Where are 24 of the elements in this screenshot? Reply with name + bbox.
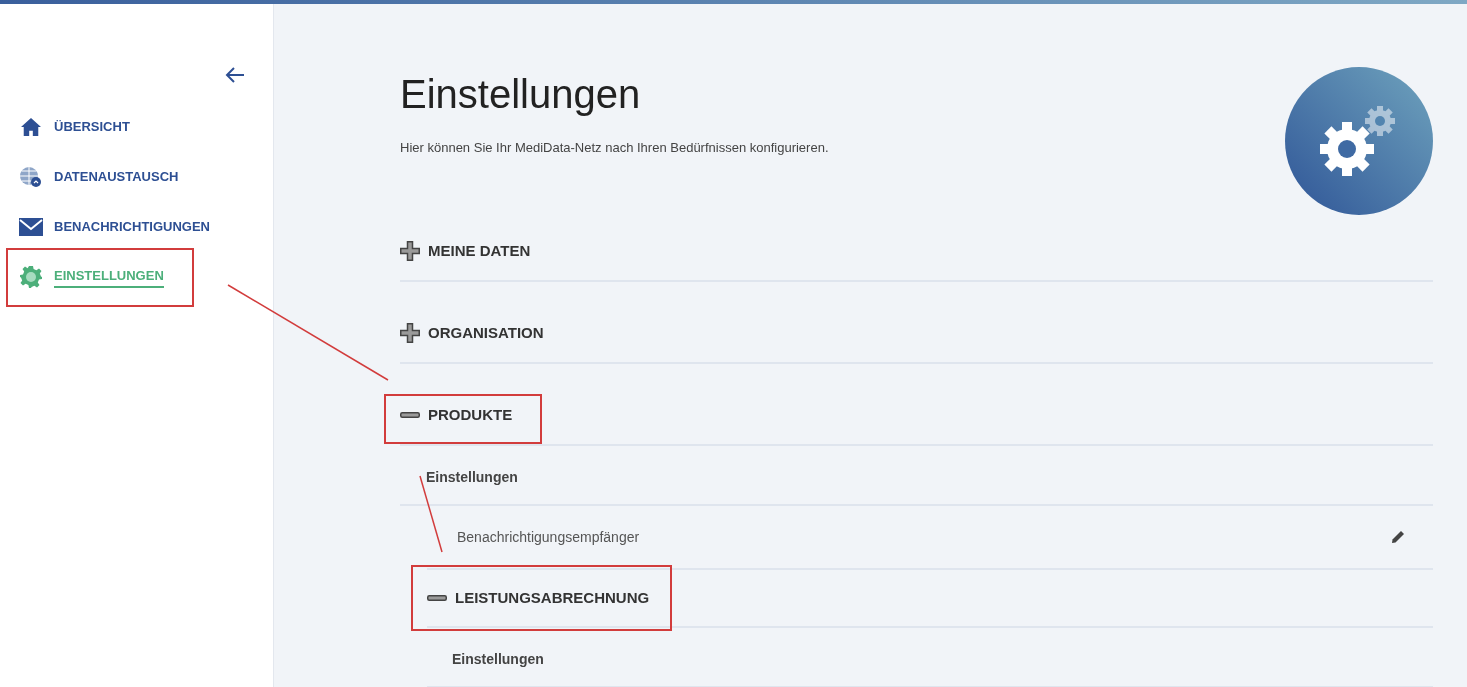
page-description: Hier können Sie Ihr MediData-Netz nach Ihren Bedürfnissen konfigurieren. [400,139,829,157]
pencil-icon [1391,530,1405,544]
section-header[interactable]: ORGANISATION [400,282,1433,364]
nav-item[interactable]: BENACHRICHTIGUNGEN [19,217,210,237]
setting-label: Benachrichtigungsempfänger [457,527,640,547]
gears-icon [1285,67,1433,215]
nav-item[interactable]: DATENAUSTAUSCH [19,166,179,188]
page-title: Einstellungen [400,71,642,118]
section-header[interactable]: MEINE DATEN [400,200,1433,282]
nav-item[interactable]: ÜBERSICHT [19,117,130,137]
arrow-left-icon [225,66,245,84]
minus-icon [427,595,447,601]
plus-icon [400,241,420,261]
minus-icon [400,412,420,418]
home-icon [20,117,42,137]
section-header[interactable]: LEISTUNGSABRECHNUNG [427,570,1433,628]
globe-icon [19,166,43,188]
edit-button[interactable] [1389,528,1407,546]
plus-icon [400,323,420,343]
envelope-icon [19,218,43,236]
group-heading: Einstellungen [400,446,1433,506]
group-heading: Einstellungen [427,628,1433,687]
section-header[interactable]: PRODUKTE [400,364,1433,446]
gear-icon [19,265,43,289]
